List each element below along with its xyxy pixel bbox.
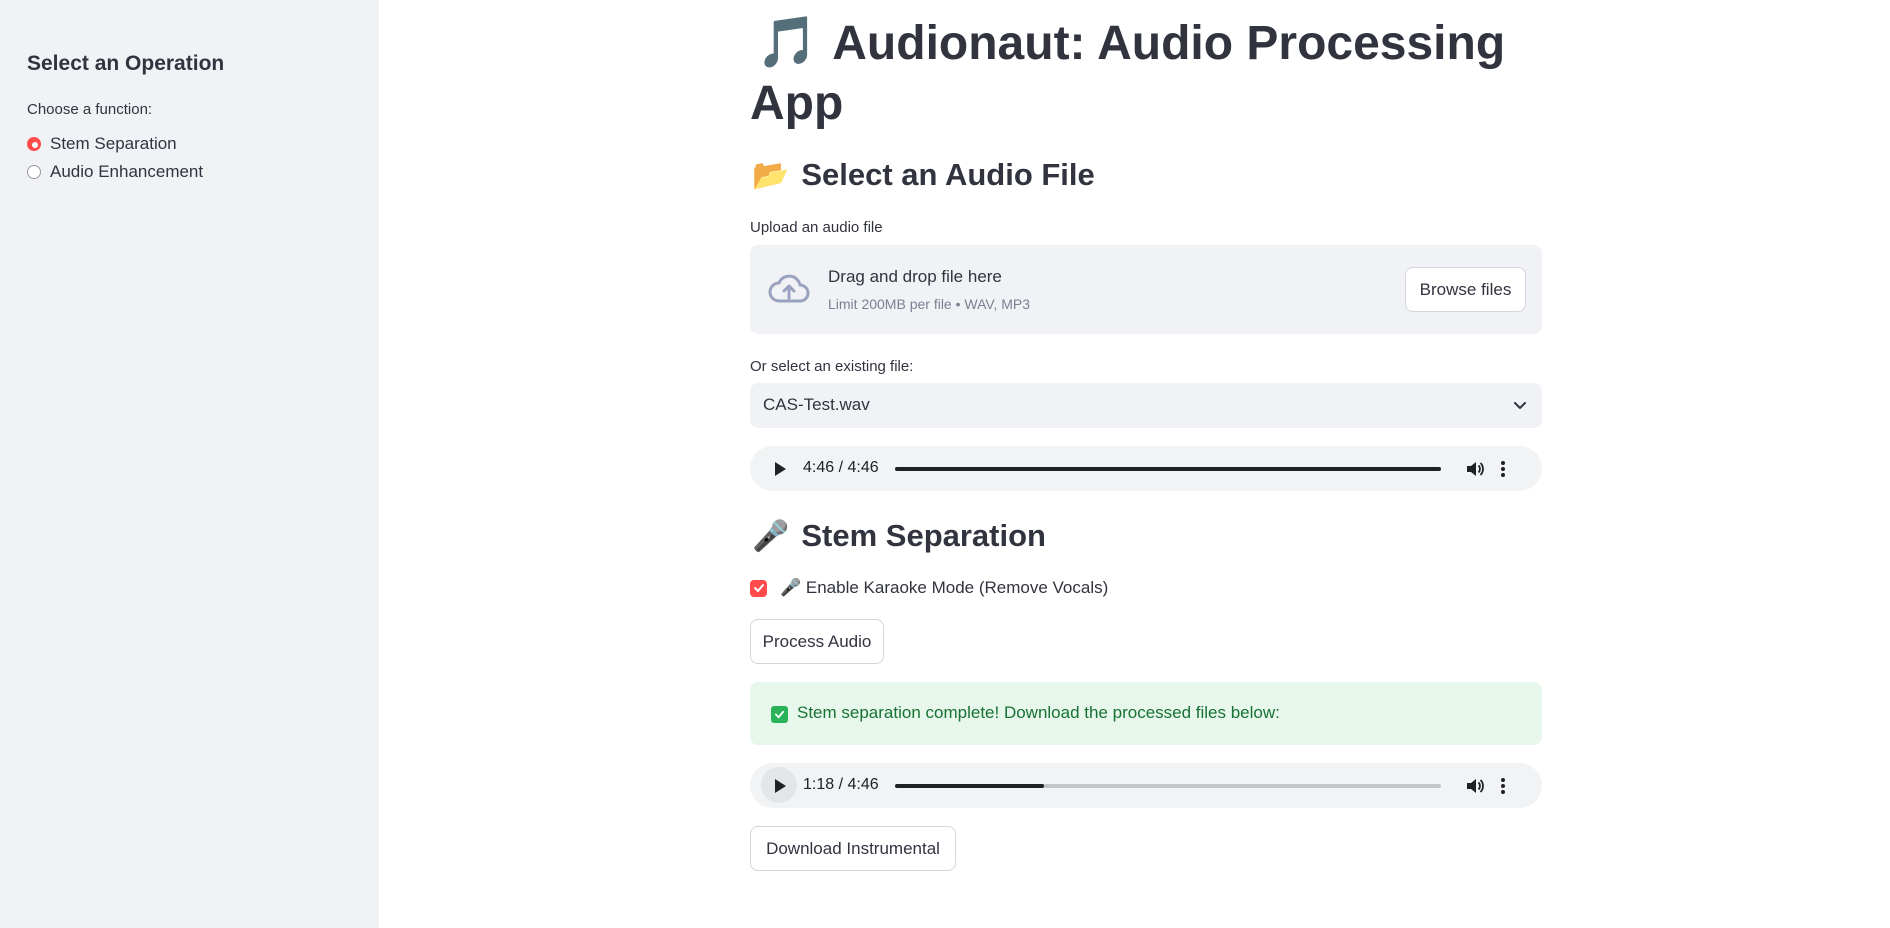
file-dropzone[interactable]: Drag and drop file here Limit 200MB per …	[750, 245, 1542, 334]
browse-files-button[interactable]: Browse files	[1405, 267, 1526, 312]
more-options-icon[interactable]	[1500, 459, 1506, 484]
stem-separation-heading: 🎤 Stem Separation	[752, 518, 1046, 554]
volume-icon[interactable]	[1465, 776, 1485, 801]
download-instrumental-button[interactable]: Download Instrumental	[750, 826, 956, 871]
more-options-icon[interactable]	[1500, 776, 1506, 801]
existing-file-select[interactable]: CAS-Test.wav	[750, 383, 1542, 428]
sidebar-title: Select an Operation	[27, 52, 225, 75]
page-title-text: Audionaut: Audio Processing App	[750, 17, 1506, 130]
select-file-heading: 📂 Select an Audio File	[752, 157, 1095, 193]
play-icon[interactable]	[773, 461, 787, 482]
microphone-icon: 🎤	[752, 519, 790, 553]
volume-icon[interactable]	[1465, 459, 1485, 484]
play-icon[interactable]	[773, 778, 787, 799]
radio-label: Stem Separation	[50, 134, 177, 153]
radio-group-label: Choose a function:	[27, 101, 153, 118]
page-title: 🎵 Audionaut: Audio Processing App	[750, 12, 1542, 134]
existing-file-label: Or select an existing file:	[750, 358, 914, 375]
audio-player-instrumental: 1:18 / 4:46	[750, 763, 1542, 808]
success-alert: Stem separation complete! Download the p…	[750, 682, 1542, 745]
stem-separation-heading-text: Stem Separation	[801, 518, 1046, 553]
radio-stem-separation[interactable]: Stem Separation	[27, 134, 177, 154]
upload-label: Upload an audio file	[750, 219, 883, 236]
folder-icon: 📂	[752, 158, 790, 192]
select-file-heading-text: Select an Audio File	[801, 157, 1095, 192]
chevron-down-icon	[1512, 397, 1528, 418]
radio-label: Audio Enhancement	[50, 162, 204, 181]
seek-bar-progress	[895, 784, 1044, 788]
music-note-icon: 🎵	[756, 14, 819, 70]
karaoke-label: 🎤 Enable Karaoke Mode (Remove Vocals)	[780, 578, 1109, 597]
seek-bar[interactable]	[895, 784, 1441, 788]
radio-selected-icon[interactable]	[27, 137, 41, 151]
success-message: Stem separation complete! Download the p…	[797, 703, 1280, 722]
radio-audio-enhancement[interactable]: Audio Enhancement	[27, 162, 203, 182]
checkbox-checked-icon[interactable]	[750, 579, 767, 597]
sidebar: Select an Operation Choose a function: S…	[0, 0, 379, 928]
audio-player-original: 4:46 / 4:46	[750, 446, 1542, 491]
karaoke-checkbox-row[interactable]: 🎤 Enable Karaoke Mode (Remove Vocals)	[750, 578, 1108, 598]
check-icon	[771, 706, 788, 723]
seek-bar-progress	[895, 467, 1441, 471]
dropzone-limits: Limit 200MB per file • WAV, MP3	[828, 296, 1031, 312]
radio-unselected-icon[interactable]	[27, 165, 41, 179]
process-audio-button[interactable]: Process Audio	[750, 619, 884, 664]
seek-bar[interactable]	[895, 467, 1441, 471]
player-time: 1:18 / 4:46	[803, 776, 879, 793]
cloud-upload-icon	[768, 273, 810, 310]
player-time: 4:46 / 4:46	[803, 459, 879, 476]
selected-file-value: CAS-Test.wav	[763, 395, 870, 414]
dropzone-instructions: Drag and drop file here	[828, 267, 1002, 286]
